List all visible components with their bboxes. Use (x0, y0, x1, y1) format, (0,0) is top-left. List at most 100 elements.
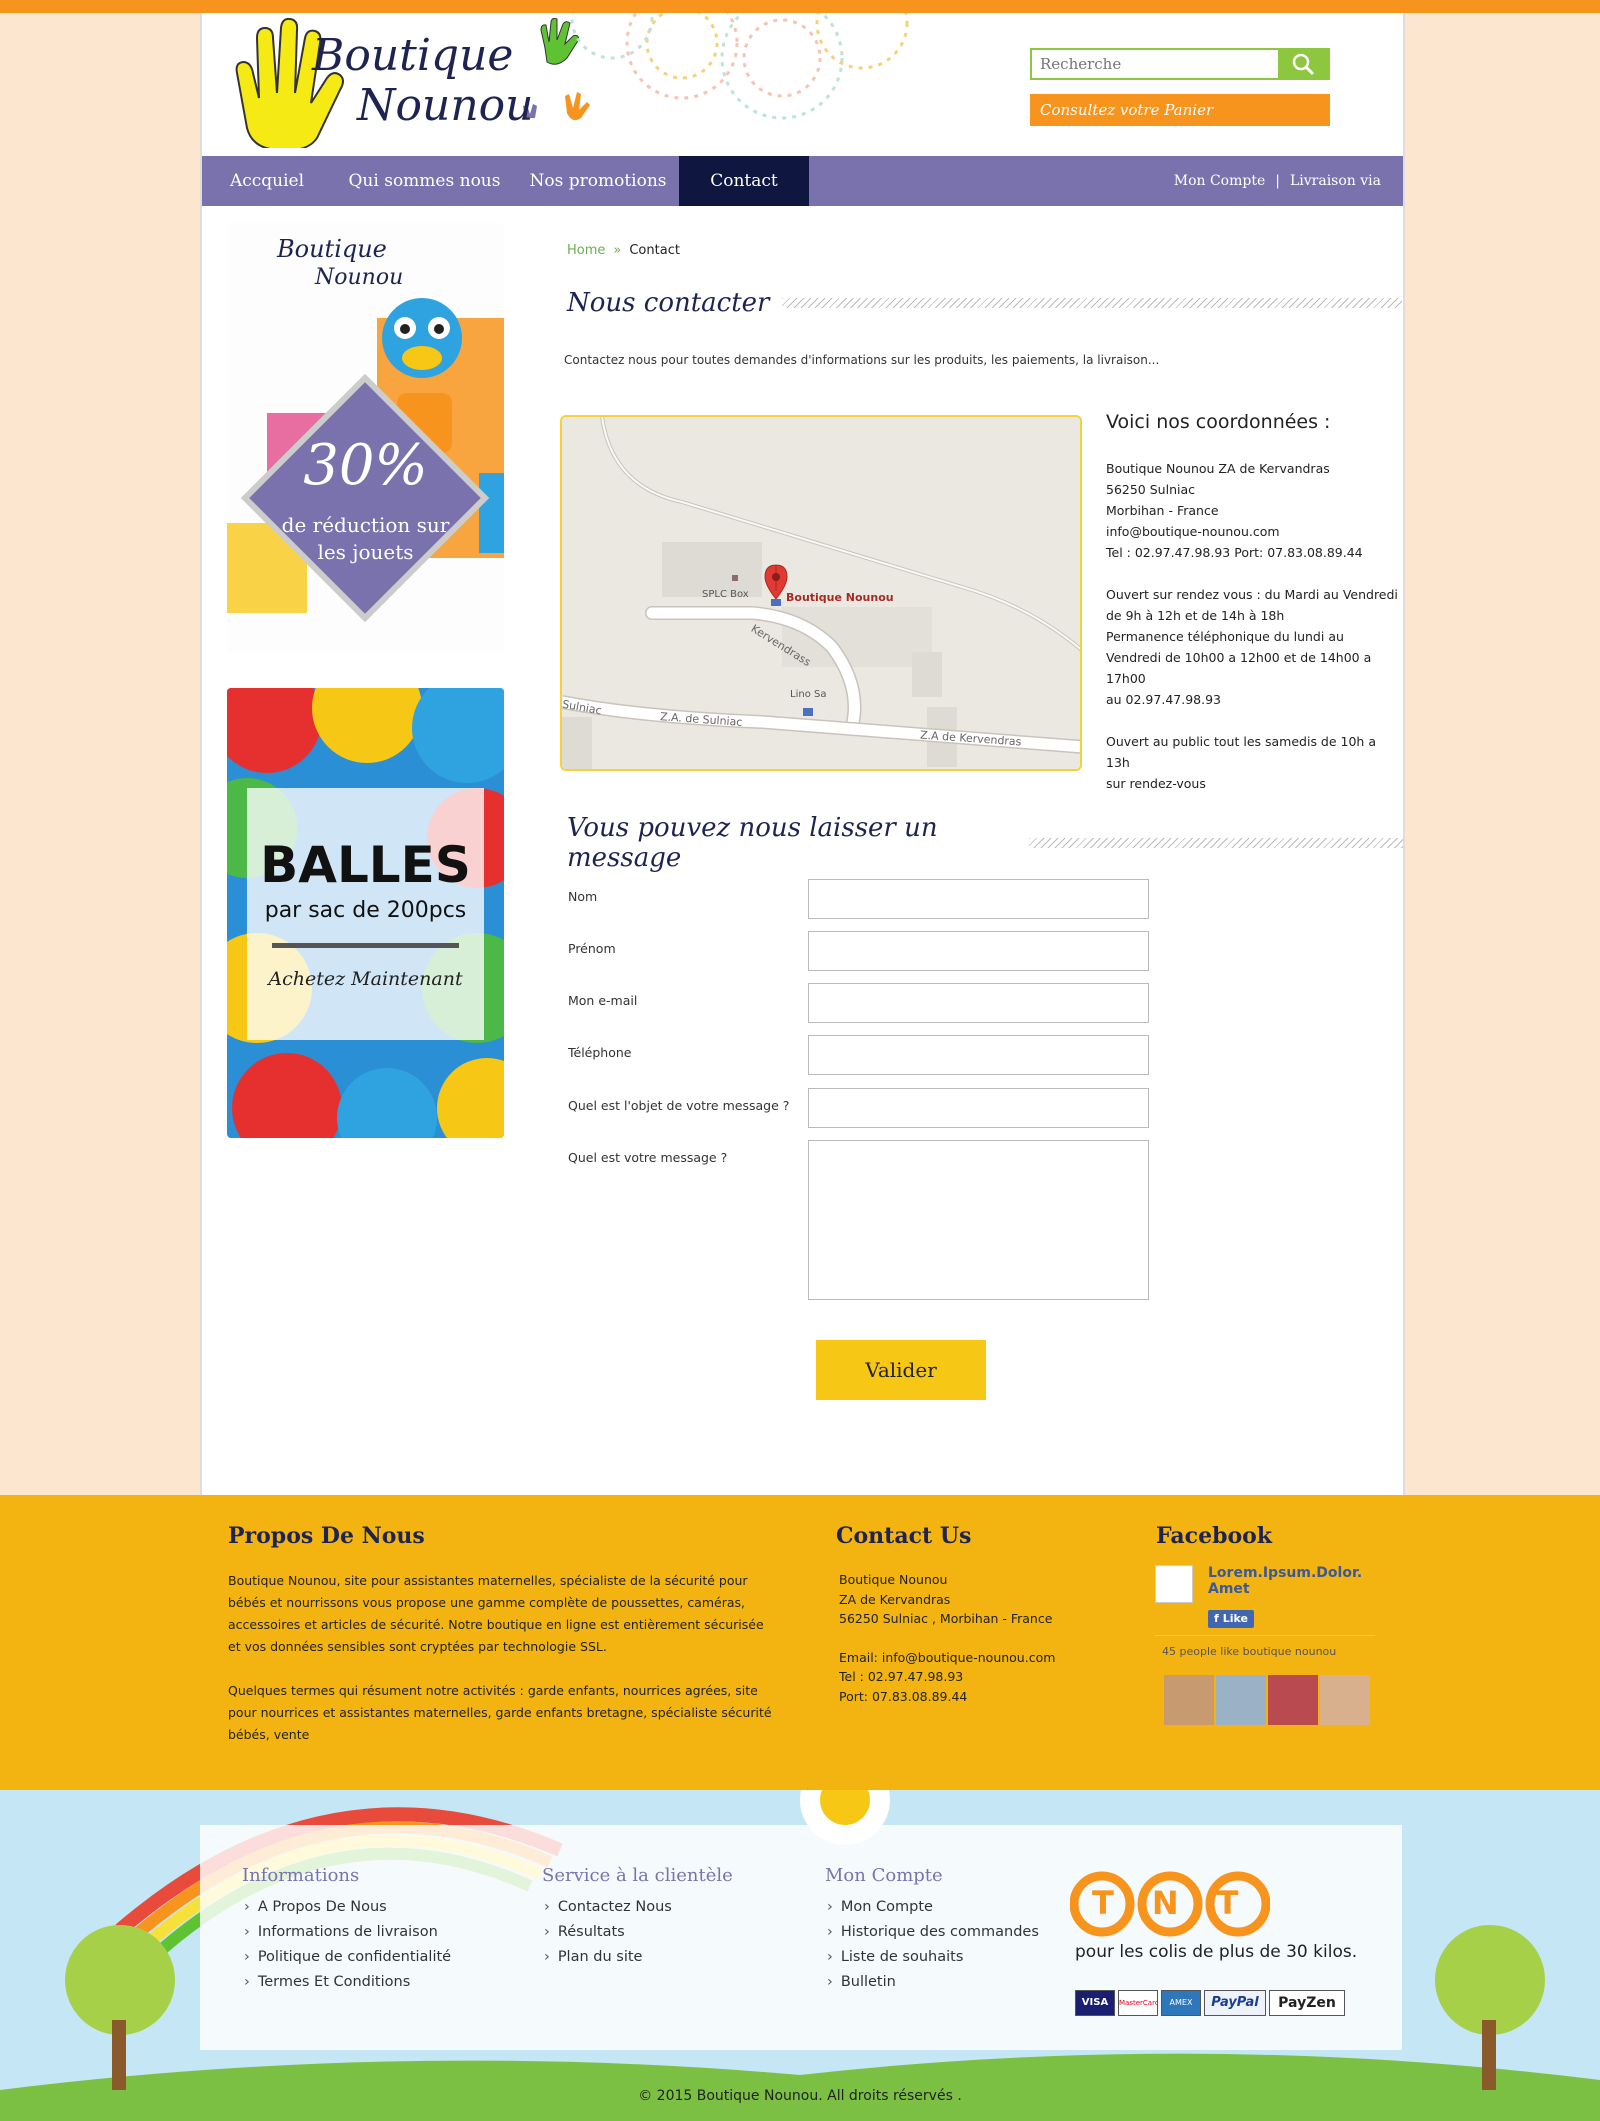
promo1-line1: de réduction sur (281, 513, 450, 537)
coords-line: 56250 Sulniac (1106, 482, 1195, 497)
promo2-subtitle: par sac de 200pcs (264, 898, 467, 923)
page-container: Boutique Nounou Consultez votre Panier A… (200, 13, 1405, 1495)
amex-icon: AMEX (1161, 1990, 1201, 2016)
cart-button[interactable]: Consultez votre Panier (1030, 94, 1330, 126)
contact-intro: Contactez nous pour toutes demandes d'in… (564, 353, 1160, 367)
footer-link-historique[interactable]: Historique des commandes (827, 1920, 1039, 1945)
livraison-link[interactable]: Livraison via (1290, 173, 1381, 189)
fb-page-name[interactable]: Lorem.Ipsum.Dolor. Amet (1208, 1565, 1368, 1597)
visa-icon: VISA (1075, 1990, 1115, 2016)
contact-us-title: Contact Us (836, 1523, 972, 1549)
subject-label: Quel est l'objet de votre message ? (568, 1098, 790, 1113)
coords-block: Boutique Nounou ZA de Kervandras 56250 S… (1106, 458, 1403, 794)
form-row-telephone: Téléphone (568, 1035, 1168, 1075)
footer-link-livraison[interactable]: Informations de livraison (244, 1920, 451, 1945)
contact-us-line: ZA de Kervandras (839, 1591, 951, 1607)
mastercard-icon: MasterCard (1118, 1990, 1158, 2016)
contact-title-text: Nous contacter (567, 288, 770, 318)
form-row-nom: Nom (568, 879, 1168, 919)
tnt-text: pour les colis de plus de 30 kilos. (1075, 1942, 1358, 1962)
fb-fan-avatar[interactable] (1320, 1675, 1370, 1725)
message-textarea[interactable] (808, 1140, 1149, 1300)
copyright: © 2015 Boutique Nounou. All droits réser… (638, 2088, 962, 2104)
fb-like-button[interactable]: f Like (1208, 1610, 1254, 1628)
message-label: Quel est votre message ? (568, 1150, 728, 1165)
breadcrumb-separator: » (613, 243, 622, 258)
form-title-text: Vous pouvez nous laisser un message (567, 813, 938, 873)
promo-banner-balls[interactable]: BALLES par sac de 200pcs Achetez Mainten… (227, 688, 504, 1138)
mon-compte-list: Mon Compte Historique des commandes List… (827, 1895, 1039, 1995)
decorative-flowers (562, 13, 962, 148)
coords-email[interactable]: info@boutique-nounou.com (1106, 521, 1403, 542)
informations-title: Informations (242, 1865, 360, 1886)
fb-like-label: Like (1222, 1612, 1248, 1625)
promo2-cta[interactable]: Achetez Maintenant (227, 968, 504, 990)
search-button[interactable] (1278, 50, 1328, 78)
prenom-field[interactable] (808, 931, 1149, 971)
promo2-title: BALLES (260, 836, 471, 894)
coords-line: Permanence téléphonique du lundi au (1106, 629, 1344, 644)
telephone-field[interactable] (808, 1035, 1149, 1075)
fb-fan-avatar[interactable] (1216, 1675, 1266, 1725)
fb-page-avatar (1155, 1565, 1193, 1603)
service-title: Service à la clientèle (542, 1865, 733, 1886)
tnt-logo-text: TNT (1092, 1884, 1277, 1922)
coords-line: de 9h à 12h et de 14h à 18h (1106, 608, 1285, 623)
footer-link-souhaits[interactable]: Liste de souhaits (827, 1945, 1039, 1970)
site-logo[interactable]: Boutique Nounou (227, 17, 597, 152)
coords-line: Ouvert au public tout les samedis de 10h… (1106, 734, 1376, 770)
footer-link-bulletin[interactable]: Bulletin (827, 1970, 1039, 1995)
informations-list: A Propos De Nous Informations de livrais… (244, 1895, 451, 1995)
paypal-icon: PayPal (1204, 1990, 1266, 2016)
logo-text-line1: Boutique (312, 30, 514, 81)
nav-item-qui-sommes-nous[interactable]: Qui sommes nous (332, 156, 517, 206)
footer-link-a-propos[interactable]: A Propos De Nous (244, 1895, 451, 1920)
nav-item-accueil[interactable]: Accquiel (202, 156, 332, 206)
contact-us-line: 56250 Sulniac , Morbihan - France (839, 1611, 1053, 1626)
search-box (1030, 48, 1330, 80)
fb-fan-avatar[interactable] (1268, 1675, 1318, 1725)
tnt-logo: TNT (1069, 1870, 1277, 1944)
nav-item-promotions[interactable]: Nos promotions (517, 156, 679, 206)
nom-field[interactable] (808, 879, 1149, 919)
map-place-label: Boutique Nounou (786, 591, 894, 604)
nav-item-contact[interactable]: Contact (679, 156, 809, 206)
contact-us-spacer (839, 1629, 1055, 1648)
location-map[interactable]: Boutique Nounou SPLC Box Lino Sa Kervend… (560, 415, 1082, 771)
main-nav: Accquiel Qui sommes nous Nos promotions … (202, 156, 1403, 206)
subject-field[interactable] (808, 1088, 1149, 1128)
breadcrumb: Home » Contact (567, 243, 680, 258)
contact-us-email[interactable]: Email: info@boutique-nounou.com (839, 1648, 1055, 1668)
logo-text-line2: Nounou (357, 80, 534, 131)
coords-line: sur rendez-vous (1106, 776, 1206, 791)
form-row-message: Quel est votre message ? (568, 1140, 1168, 1300)
payment-logos: VISA MasterCard AMEX PayPal PayZen (1075, 1990, 1345, 2016)
fb-divider (1155, 1635, 1375, 1636)
title-hatch-decoration (1029, 838, 1403, 848)
breadcrumb-home-link[interactable]: Home (567, 243, 605, 258)
email-field[interactable] (808, 983, 1149, 1023)
submit-button[interactable]: Valider (816, 1340, 986, 1400)
footer-link-confidentialite[interactable]: Politique de confidentialité (244, 1945, 451, 1970)
footer-link-plan[interactable]: Plan du site (544, 1945, 672, 1970)
payzen-icon: PayZen (1269, 1990, 1345, 2016)
coords-line: Vendredi de 10h00 a 12h00 et de 14h00 a … (1106, 650, 1372, 686)
promo1-percent: 30% (303, 433, 428, 498)
footer-links-panel: Informations A Propos De Nous Informatio… (200, 1825, 1402, 2050)
promo-banner-toys[interactable]: Boutique Nounou 30% de réduction sur les… (227, 223, 504, 653)
coords-line: Tel : 02.97.47.98.93 Port: 07.83.08.89.4… (1106, 545, 1363, 560)
mon-compte-link[interactable]: Mon Compte (1174, 173, 1266, 189)
contact-us-line: Port: 07.83.08.89.44 (839, 1688, 968, 1704)
promo1-line2: les jouets (317, 540, 414, 564)
footer-link-termes[interactable]: Termes Et Conditions (244, 1970, 451, 1995)
search-input[interactable] (1032, 50, 1272, 78)
coords-spacer (1106, 563, 1403, 584)
coords-line: Morbihan - France (1106, 503, 1219, 518)
footer-link-mon-compte[interactable]: Mon Compte (827, 1895, 1039, 1920)
footer-link-resultats[interactable]: Résultats (544, 1920, 672, 1945)
footer-link-contactez[interactable]: Contactez Nous (544, 1895, 672, 1920)
about-title: Propos De Nous (228, 1523, 425, 1549)
contact-section-title: Nous contacter (567, 288, 1402, 318)
fb-fan-avatar[interactable] (1164, 1675, 1214, 1725)
nav-account-links: Mon Compte | Livraison via (1174, 156, 1381, 206)
